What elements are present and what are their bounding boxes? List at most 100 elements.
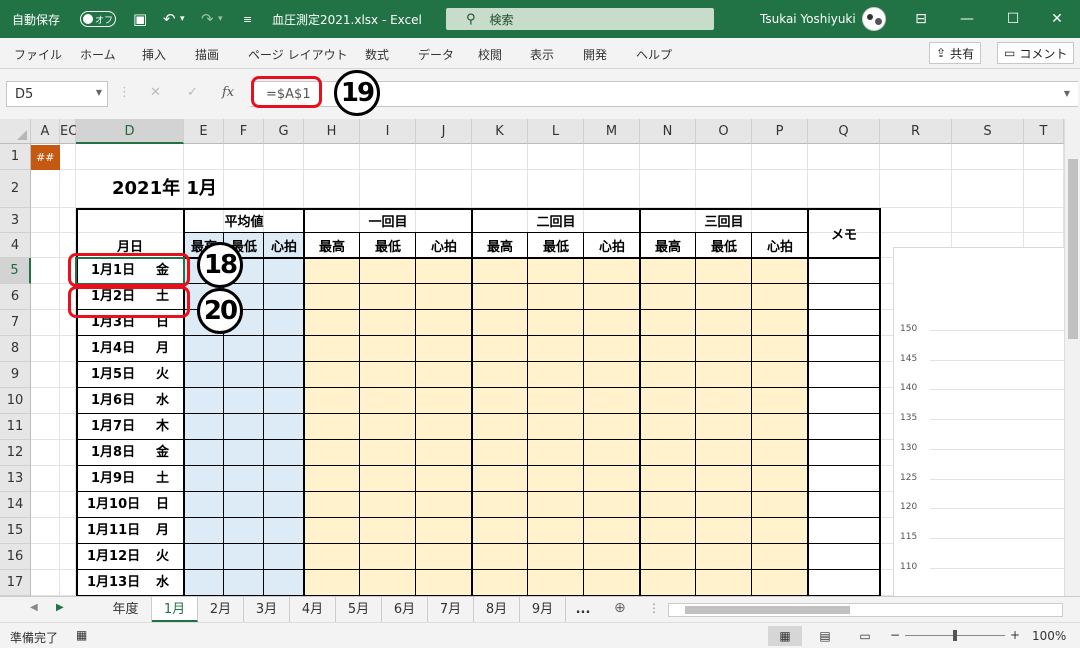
zoom-out-icon[interactable]: − — [890, 628, 900, 642]
cell-a1[interactable]: ## — [31, 145, 60, 170]
tab-page-layout[interactable]: ページ レイアウト — [248, 46, 348, 63]
sheet-tab[interactable]: 7月 — [428, 597, 474, 622]
tab-split-icon[interactable]: ⋮ — [648, 601, 660, 615]
tab-data[interactable]: データ — [418, 46, 454, 63]
column-header[interactable]: Q — [808, 119, 880, 144]
sheet-tab[interactable]: 8月 — [474, 597, 520, 622]
sub-header[interactable]: 心拍 — [264, 233, 304, 258]
sheet-tab[interactable]: 5月 — [336, 597, 382, 622]
column-header[interactable]: T — [1024, 119, 1064, 144]
page-layout-view-icon[interactable]: ▤ — [808, 626, 842, 646]
tab-review[interactable]: 校閲 — [478, 46, 502, 63]
column-header[interactable]: M — [584, 119, 640, 144]
scroll-thumb[interactable] — [1068, 159, 1078, 339]
minimize-icon[interactable]: — — [944, 0, 990, 38]
column-header[interactable]: J — [416, 119, 472, 144]
sheet-tab[interactable]: 4月 — [290, 597, 336, 622]
worksheet-grid[interactable]: A EC D E F G H I J K L M N O P Q R S T 1 2 3 4 5 6 7 8 9 10 11 12 13 14… — [0, 119, 1080, 596]
close-icon[interactable]: ✕ — [1034, 0, 1080, 38]
header-memo[interactable]: メモ — [808, 208, 880, 258]
tab-file[interactable]: ファイル — [14, 46, 62, 63]
column-header[interactable]: R — [880, 119, 952, 144]
tab-formulas[interactable]: 数式 — [365, 46, 389, 63]
share-button[interactable]: ⇪ 共有 — [929, 42, 982, 64]
row-header[interactable]: 4 — [0, 233, 31, 258]
sheet-tab[interactable]: 3月 — [244, 597, 290, 622]
sub-header[interactable]: 心拍 — [584, 233, 640, 258]
prev-sheet-icon[interactable]: ◀ — [30, 602, 38, 613]
column-header[interactable]: K — [472, 119, 528, 144]
date-cell[interactable]: 1月12日火 — [76, 544, 184, 570]
cancel-icon[interactable]: ✕ — [150, 85, 161, 100]
search-box[interactable]: ⚲ 検索 — [446, 8, 714, 30]
normal-view-icon[interactable]: ▦ — [768, 626, 802, 646]
save-icon[interactable]: ▣ — [133, 0, 147, 38]
column-header[interactable]: F — [224, 119, 264, 144]
sheet-tab[interactable]: 9月 — [520, 597, 566, 622]
tab-draw[interactable]: 描画 — [195, 46, 219, 63]
date-cell[interactable]: 1月7日 木 — [76, 414, 184, 440]
header-round-2[interactable]: 二回目 — [472, 208, 640, 233]
hscroll-thumb[interactable] — [685, 606, 850, 614]
sheet-tab[interactable]: ... — [566, 597, 600, 622]
row-header[interactable]: 16 — [0, 544, 31, 570]
sheet-tab[interactable]: 1月 — [152, 597, 198, 622]
sheet-tab[interactable]: 6月 — [382, 597, 428, 622]
comment-button[interactable]: ▭ コメント — [997, 42, 1075, 64]
name-box[interactable]: D5 ▼ — [6, 81, 108, 107]
autosave-toggle[interactable]: オフ — [80, 11, 116, 27]
row-header[interactable]: 11 — [0, 414, 31, 440]
row-header[interactable]: 13 — [0, 466, 31, 492]
sub-header[interactable]: 最高 — [472, 233, 528, 258]
row-header[interactable]: 5 — [0, 258, 31, 284]
row-header[interactable]: 3 — [0, 208, 31, 233]
tab-insert[interactable]: 挿入 — [142, 46, 166, 63]
next-sheet-icon[interactable]: ▶ — [56, 602, 64, 613]
column-header[interactable]: S — [952, 119, 1024, 144]
column-header[interactable]: O — [696, 119, 752, 144]
horizontal-scrollbar[interactable] — [668, 603, 1063, 617]
date-cell[interactable]: 1月4日 月 — [76, 336, 184, 362]
header-round-1[interactable]: 一回目 — [304, 208, 472, 233]
zoom-level[interactable]: 100% — [1032, 629, 1066, 643]
row-header[interactable]: 6 — [0, 284, 31, 310]
date-cell[interactable]: 1月8日 金 — [76, 440, 184, 466]
undo-dropdown-icon[interactable]: ▾ — [180, 0, 185, 38]
column-header[interactable]: A — [31, 119, 60, 144]
row-header[interactable]: 1 — [0, 144, 31, 170]
row-header[interactable]: 8 — [0, 336, 31, 362]
new-sheet-icon[interactable]: ⊕ — [614, 600, 626, 616]
insert-function-icon[interactable]: fx — [222, 85, 234, 100]
undo-icon[interactable]: ↶ — [163, 0, 176, 38]
sub-header[interactable]: 心拍 — [416, 233, 472, 258]
tab-view[interactable]: 表示 — [530, 46, 554, 63]
zoom-slider[interactable] — [905, 630, 1005, 641]
sub-header[interactable]: 最高 — [304, 233, 360, 258]
sub-header[interactable]: 心拍 — [752, 233, 808, 258]
sub-header[interactable]: 最低 — [696, 233, 752, 258]
blood-pressure-chart[interactable]: 150 145 140 135 130 125 120 115 110 — [893, 247, 1080, 596]
row-header[interactable]: 14 — [0, 492, 31, 518]
tab-help[interactable]: ヘルプ — [636, 46, 672, 63]
row-header[interactable]: 2 — [0, 170, 31, 208]
column-header[interactable]: H — [304, 119, 360, 144]
date-cell[interactable]: 1月6日 水 — [76, 388, 184, 414]
column-header[interactable]: P — [752, 119, 808, 144]
enter-icon[interactable]: ✓ — [187, 85, 198, 100]
sub-header[interactable]: 最高 — [640, 233, 696, 258]
sheet-title[interactable]: 2021年 1月 — [112, 174, 217, 200]
row-header[interactable]: 17 — [0, 570, 31, 596]
tab-developer[interactable]: 開発 — [583, 46, 607, 63]
macro-record-icon[interactable]: ▦ — [76, 628, 87, 642]
column-header[interactable]: D — [76, 119, 184, 144]
zoom-in-icon[interactable]: + — [1010, 628, 1020, 642]
row-header[interactable]: 15 — [0, 518, 31, 544]
header-round-3[interactable]: 三回目 — [640, 208, 808, 233]
column-header[interactable]: E — [184, 119, 224, 144]
select-all-button[interactable] — [0, 119, 31, 144]
maximize-icon[interactable]: ☐ — [990, 0, 1036, 38]
column-header[interactable]: G — [264, 119, 304, 144]
row-header[interactable]: 12 — [0, 440, 31, 466]
row-header[interactable]: 7 — [0, 310, 31, 336]
vertical-scrollbar[interactable] — [1064, 119, 1080, 596]
